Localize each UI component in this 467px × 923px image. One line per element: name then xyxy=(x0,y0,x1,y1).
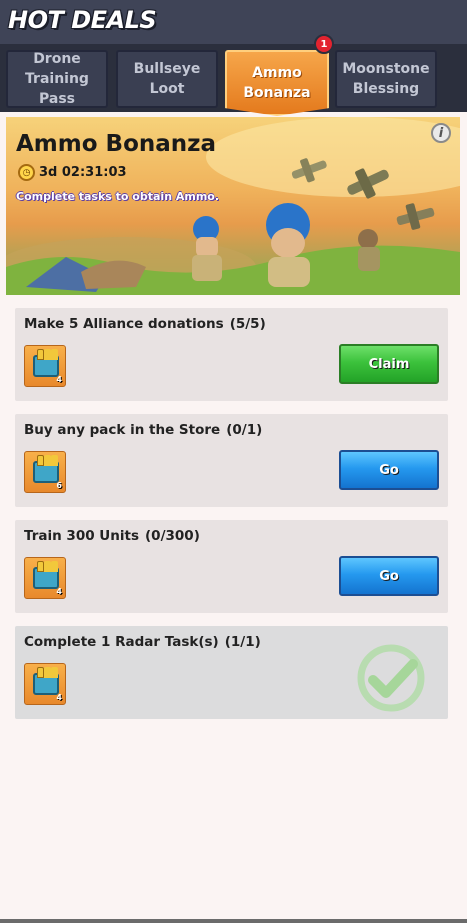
go-button[interactable]: Go xyxy=(339,450,439,490)
reward-item[interactable]: 6 xyxy=(24,451,66,493)
ammo-crate-icon xyxy=(33,349,59,377)
task-progress: (5/5) xyxy=(229,316,266,332)
event-banner: Ammo Bonanza ◷ 3d 02:31:03 Complete task… xyxy=(6,117,460,295)
task-text: Make 5 Alliance donations xyxy=(24,316,224,332)
ammo-crate-icon xyxy=(33,667,59,695)
tab-label-line2: Loot xyxy=(149,81,185,97)
banner-description: Complete tasks to obtain Ammo. xyxy=(16,190,220,203)
tab-label-line2: Blessing xyxy=(352,81,420,97)
tab-label-line1: Ammo xyxy=(252,65,302,81)
reward-item[interactable]: 4 xyxy=(24,557,66,599)
reward-item[interactable]: 4 xyxy=(24,345,66,387)
task-label: Buy any pack in the Store (0/1) xyxy=(24,422,262,438)
task-label: Make 5 Alliance donations (5/5) xyxy=(24,316,266,332)
task-label: Train 300 Units (0/300) xyxy=(24,528,200,544)
task-text: Train 300 Units xyxy=(24,528,140,544)
task-card: Train 300 Units (0/300) 4 Go xyxy=(15,520,448,613)
task-label: Complete 1 Radar Task(s) (1/1) xyxy=(24,634,261,650)
reward-count: 4 xyxy=(56,587,62,596)
banner-title: Ammo Bonanza xyxy=(16,131,217,157)
task-progress: (0/1) xyxy=(226,422,263,438)
tab-drone-training-pass[interactable]: Drone Training Pass xyxy=(6,50,108,108)
task-card: Make 5 Alliance donations (5/5) 4 Claim xyxy=(15,308,448,401)
claim-button[interactable]: Claim xyxy=(339,344,439,384)
checkmark-icon xyxy=(357,644,425,712)
countdown-timer: ◷ 3d 02:31:03 xyxy=(18,164,127,181)
tab-label-line2: Training Pass xyxy=(25,71,89,107)
notification-badge: 1 xyxy=(314,34,334,54)
timer-icon: ◷ xyxy=(18,164,35,181)
bottom-divider xyxy=(0,919,467,923)
tab-bullseye-loot[interactable]: Bullseye Loot xyxy=(116,50,218,108)
info-icon[interactable]: i xyxy=(431,123,451,143)
tab-label-line1: Drone xyxy=(33,51,81,67)
tab-label-line2: Bonanza xyxy=(243,85,311,101)
task-text: Buy any pack in the Store xyxy=(24,422,221,438)
header-bar: HOT DEALS xyxy=(0,0,467,44)
tab-moonstone-blessing[interactable]: Moonstone Blessing xyxy=(335,50,437,108)
go-button[interactable]: Go xyxy=(339,556,439,596)
tab-label-line1: Bullseye xyxy=(133,61,201,77)
tab-ammo-bonanza[interactable]: Ammo Bonanza xyxy=(225,50,329,116)
task-progress: (1/1) xyxy=(224,634,261,650)
ammo-crate-icon xyxy=(33,455,59,483)
timer-value: 3d 02:31:03 xyxy=(39,165,127,180)
task-card: Buy any pack in the Store (0/1) 6 Go xyxy=(15,414,448,507)
task-text: Complete 1 Radar Task(s) xyxy=(24,634,219,650)
tab-label-line1: Moonstone xyxy=(342,61,430,77)
task-card: Complete 1 Radar Task(s) (1/1) 4 xyxy=(15,626,448,719)
page-title: HOT DEALS xyxy=(8,6,157,34)
task-progress: (0/300) xyxy=(145,528,200,544)
reward-count: 4 xyxy=(56,375,62,384)
reward-count: 6 xyxy=(56,481,62,490)
ammo-crate-icon xyxy=(33,561,59,589)
reward-item[interactable]: 4 xyxy=(24,663,66,705)
reward-count: 4 xyxy=(56,693,62,702)
